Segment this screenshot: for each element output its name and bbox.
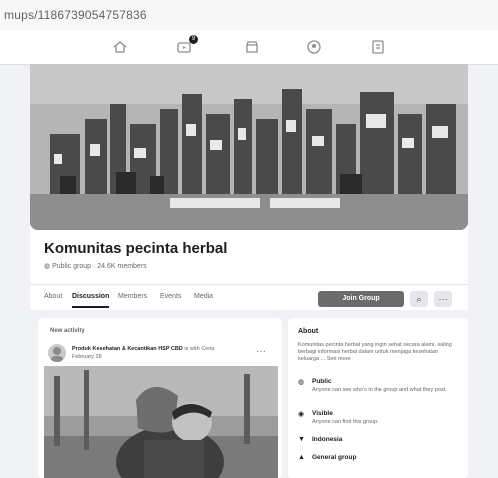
search-icon[interactable]: ⌕ xyxy=(410,291,428,307)
group-header-card: Komunitas pecinta herbal ◍ Public group ·… xyxy=(30,64,468,310)
eye-icon: ◉ xyxy=(298,411,305,418)
home-icon[interactable] xyxy=(112,39,128,55)
join-group-button[interactable]: Join Group xyxy=(318,291,404,307)
group-icon: ▲ xyxy=(298,454,305,461)
more-options-icon[interactable]: ··· xyxy=(434,291,452,307)
marketplace-icon[interactable] xyxy=(244,39,260,55)
groups-icon[interactable] xyxy=(306,39,322,55)
post-more-icon[interactable]: ··· xyxy=(256,346,266,357)
location-icon: ▼ xyxy=(298,436,305,443)
about-item-sub: Anyone can find this group. xyxy=(312,419,379,425)
globe-icon: ◍ xyxy=(298,379,305,386)
notification-badge: 9 xyxy=(189,35,198,44)
tab-events[interactable]: Events xyxy=(160,293,181,300)
group-meta: ◍ Public group · 24.6K members xyxy=(44,262,147,270)
cover-image xyxy=(30,64,468,230)
about-description: Komunitas pecinta herbal yang ingin seha… xyxy=(298,342,452,362)
about-item-label: Public xyxy=(312,378,332,385)
post-photo[interactable] xyxy=(44,366,278,478)
top-navigation: 9 xyxy=(0,30,498,65)
public-globe-icon: ◍ xyxy=(44,263,51,270)
gaming-icon[interactable] xyxy=(370,39,386,55)
about-item-label: General group xyxy=(312,454,357,461)
about-title: About xyxy=(298,328,319,335)
group-title[interactable]: Komunitas pecinta herbal xyxy=(44,240,227,257)
watch-icon[interactable]: 9 xyxy=(176,35,198,55)
about-item-label: Indonesia xyxy=(312,436,343,443)
tab-members[interactable]: Members xyxy=(118,293,147,300)
about-item-label: Visible xyxy=(312,410,333,417)
tab-discussion[interactable]: Discussion xyxy=(72,293,110,308)
address-bar[interactable]: mups/1186739054757836 xyxy=(0,0,498,31)
post-timestamp[interactable]: February 28 xyxy=(72,354,102,360)
cover-photo xyxy=(30,64,468,230)
group-page: Komunitas pecinta herbal ◍ Public group ·… xyxy=(0,64,498,478)
avatar[interactable] xyxy=(48,344,66,362)
post-photo-image xyxy=(44,366,278,478)
tab-about[interactable]: About xyxy=(44,293,62,300)
url-text[interactable]: mups/1186739054757836 xyxy=(4,8,147,22)
post-author-name[interactable]: Produk Kesehatan & Kecantikan HSP CBD xyxy=(72,346,183,352)
discussion-feed: New activity Produk Kesehatan & Kecantik… xyxy=(38,318,282,478)
new-activity-label: New activity xyxy=(50,328,85,334)
about-item-sub: Anyone can see who's in the group and wh… xyxy=(312,387,447,393)
post-author-suffix: is with Ceria xyxy=(184,346,215,352)
group-tabs: About Discussion Members Events Media Jo… xyxy=(30,284,468,311)
post-author[interactable]: Produk Kesehatan & Kecantikan HSP CBD is… xyxy=(72,346,214,352)
tab-media[interactable]: Media xyxy=(194,293,213,300)
about-panel: About Komunitas pecinta herbal yang ingi… xyxy=(288,318,468,478)
group-meta-text: Public group · 24.6K members xyxy=(52,263,147,270)
